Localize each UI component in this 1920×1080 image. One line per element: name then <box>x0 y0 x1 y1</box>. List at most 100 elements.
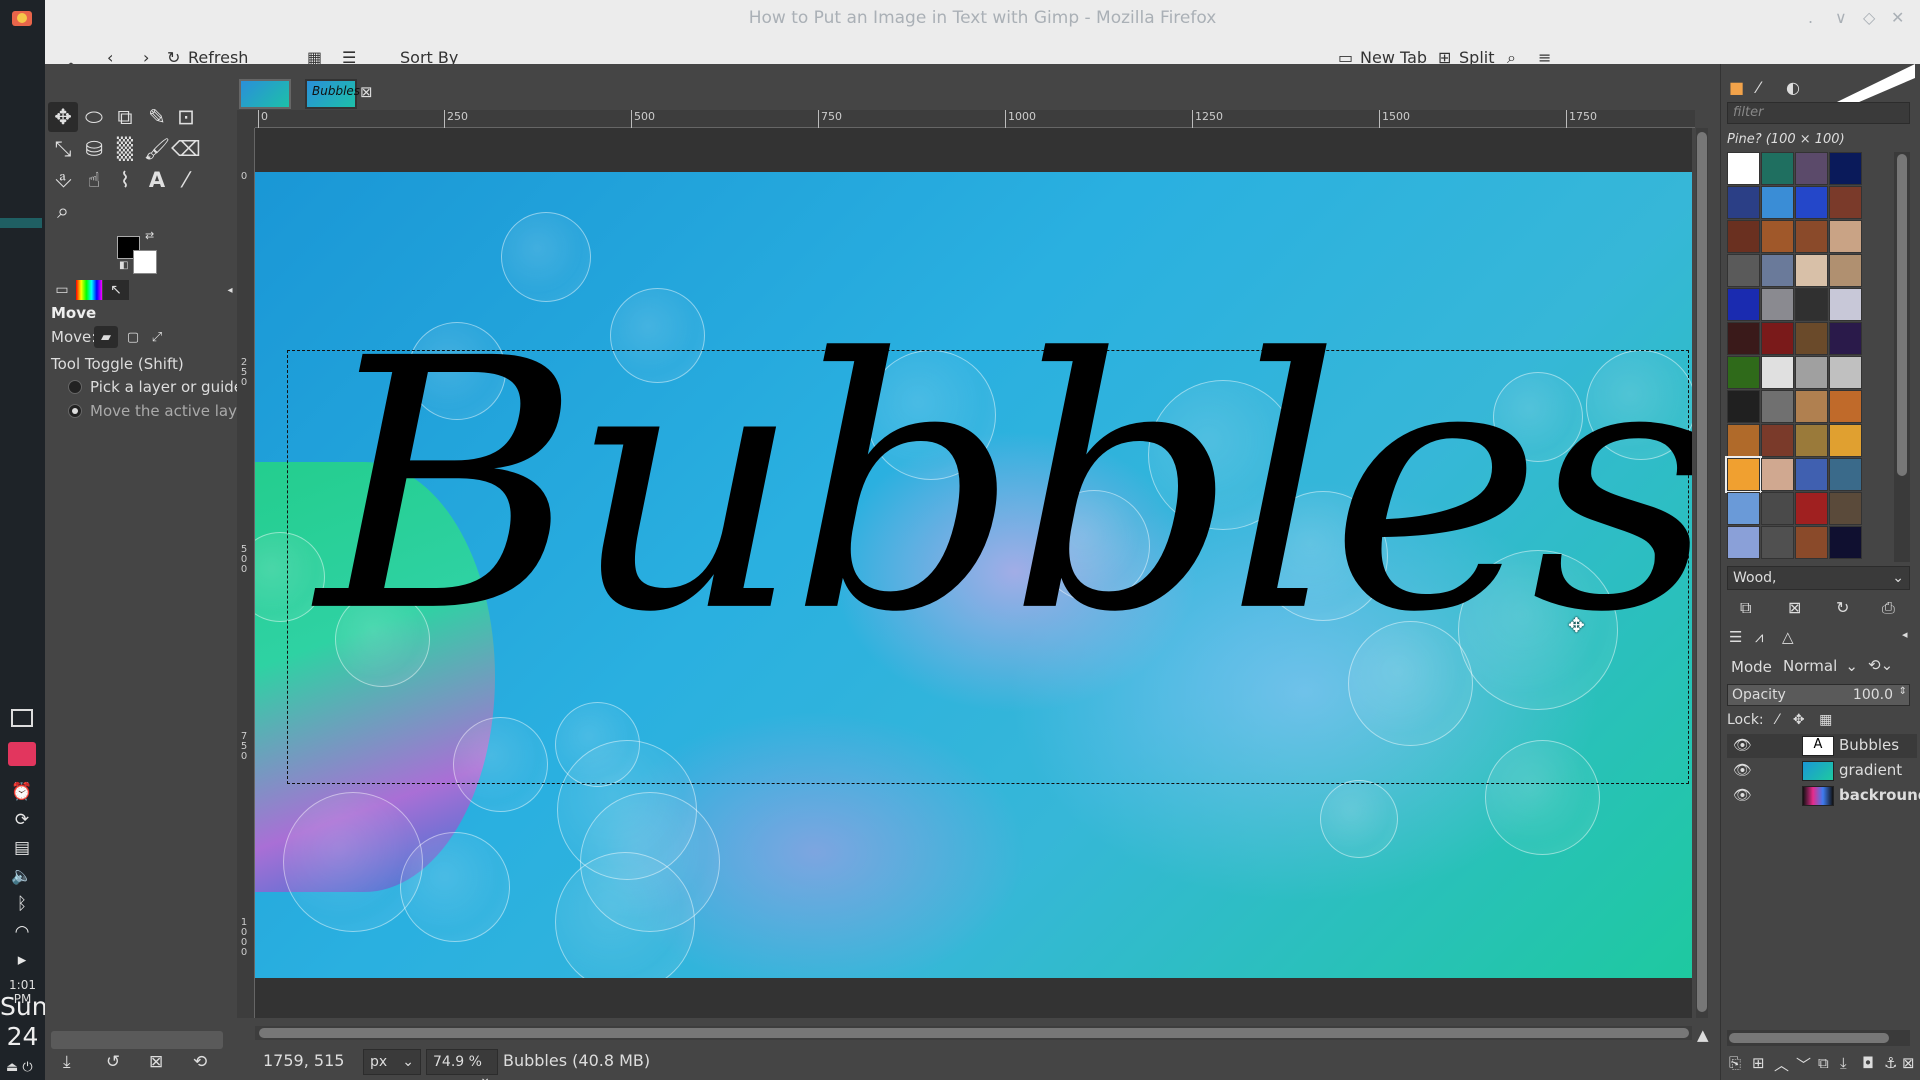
zoom-select[interactable]: 74.9 % ⌄ <box>426 1049 498 1080</box>
move-active-option[interactable]: Move the active laye <box>68 402 246 420</box>
pattern-swatch[interactable] <box>1795 322 1828 355</box>
pattern-swatch[interactable] <box>1727 288 1760 321</box>
lock-screen-icon[interactable]: ⏏ ⏻ <box>6 1060 33 1075</box>
layer-mask-icon[interactable]: ◘ <box>1862 1054 1874 1072</box>
reset-options-icon[interactable]: ⟲ <box>193 1052 207 1072</box>
pattern-swatch[interactable] <box>1761 458 1794 491</box>
forward-icon[interactable]: › <box>143 48 149 64</box>
lock-position-icon[interactable]: ✥ <box>1793 712 1805 728</box>
move-path-button[interactable]: ⤢ <box>145 326 169 348</box>
pattern-swatch[interactable] <box>1761 356 1794 389</box>
pattern-swatch[interactable] <box>1795 526 1828 559</box>
warp-transform-icon[interactable]: ⤡ <box>48 134 78 164</box>
default-colors-icon[interactable]: ◧ <box>119 260 128 271</box>
visibility-eye-icon[interactable]: 👁 <box>1733 786 1752 804</box>
hamburger-menu-icon[interactable]: ≡ <box>1538 48 1551 64</box>
pattern-swatch[interactable] <box>1761 492 1794 525</box>
pattern-swatch[interactable] <box>1795 356 1828 389</box>
pattern-swatch[interactable] <box>1727 322 1760 355</box>
mode-select[interactable]: Normal ⌄ <box>1779 654 1862 678</box>
split-icon[interactable]: ⊞ <box>1438 48 1451 64</box>
close-icon[interactable]: ✕ <box>1891 8 1904 27</box>
pattern-swatch[interactable] <box>1727 424 1760 457</box>
paths-tab-icon[interactable]: △ <box>1782 628 1794 646</box>
lock-alpha-icon[interactable]: ▦ <box>1819 712 1832 728</box>
back-icon[interactable]: ‹ <box>107 48 113 64</box>
pattern-filter-input[interactable]: filter <box>1727 102 1910 124</box>
pattern-swatch[interactable] <box>1829 322 1862 355</box>
window-menu-icon[interactable]: . <box>1808 8 1813 27</box>
layer-row[interactable]: 👁 backround <box>1727 784 1920 808</box>
pattern-swatch[interactable] <box>1829 356 1862 389</box>
pattern-swatch[interactable] <box>1829 254 1862 287</box>
tool-options-scrollbar[interactable] <box>51 1031 223 1049</box>
ruler-corner[interactable] <box>237 110 255 128</box>
pattern-scrollbar[interactable] <box>1894 152 1910 562</box>
split-button[interactable]: Split <box>1459 48 1494 64</box>
raise-layer-icon[interactable]: ︿ <box>1774 1054 1789 1075</box>
up-icon[interactable]: ︿ <box>63 48 79 64</box>
image-tab-1[interactable] <box>239 79 291 109</box>
navigate-icon[interactable]: ▲ <box>1697 1026 1709 1044</box>
pattern-swatch[interactable] <box>1829 220 1862 253</box>
pattern-swatch[interactable] <box>1761 152 1794 185</box>
brushes-tab-icon[interactable]: ⁄ <box>1757 78 1760 97</box>
pattern-swatch[interactable] <box>1795 254 1828 287</box>
pattern-swatch[interactable] <box>1761 288 1794 321</box>
device-status-tab-icon[interactable]: ▭ <box>49 280 75 300</box>
text-layer-bubbles[interactable]: Bubbles <box>317 314 1692 660</box>
delete-preset-icon[interactable]: ⊠ <box>149 1052 163 1072</box>
pattern-swatch[interactable] <box>1727 526 1760 559</box>
app-launcher-icon[interactable] <box>8 4 36 32</box>
pattern-swatch[interactable] <box>1795 220 1828 253</box>
maximize-icon[interactable]: ◇ <box>1863 8 1875 27</box>
canvas-horizontal-scrollbar[interactable] <box>255 1026 1692 1040</box>
minimize-icon[interactable]: ∨ <box>1835 8 1847 27</box>
vertical-ruler[interactable]: 0 250 500 750 1000 <box>237 128 255 1018</box>
smudge-tool-icon[interactable]: ☝ <box>79 165 109 195</box>
visibility-eye-icon[interactable]: 👁 <box>1733 736 1752 754</box>
pattern-swatch[interactable] <box>1727 152 1760 185</box>
pattern-swatch[interactable] <box>1761 186 1794 219</box>
pattern-swatch[interactable] <box>1727 220 1760 253</box>
move-layer-button[interactable]: ▰ <box>94 326 118 348</box>
pattern-swatch[interactable] <box>1761 390 1794 423</box>
icons-view-icon[interactable]: ▦ <box>307 48 322 64</box>
new-tab-icon[interactable]: ▭ <box>1338 48 1353 64</box>
lower-layer-icon[interactable]: ﹀ <box>1796 1054 1811 1075</box>
pattern-swatch[interactable] <box>1795 424 1828 457</box>
pattern-swatch[interactable] <box>1829 390 1862 423</box>
new-layer-icon[interactable]: ⎘ <box>1729 1054 1741 1072</box>
details-view-icon[interactable]: ☰ <box>342 48 356 64</box>
clipboard-red-icon[interactable] <box>8 740 36 768</box>
sort-by-button[interactable]: Sort By <box>400 48 458 64</box>
unit-select[interactable]: px ⌄ <box>363 1049 421 1075</box>
search-icon[interactable]: ⌕ <box>1507 48 1516 64</box>
refresh-patterns-icon[interactable]: ↻ <box>1836 598 1849 617</box>
layer-row[interactable]: 👁 A Bubbles <box>1727 734 1917 758</box>
volume-icon[interactable]: 🔈 <box>8 862 36 890</box>
duplicate-pattern-icon[interactable]: ⧉ <box>1740 598 1751 618</box>
pattern-swatch[interactable] <box>1761 424 1794 457</box>
gradient-tool-icon[interactable]: ▒ <box>110 134 140 164</box>
pattern-swatch[interactable] <box>1727 254 1760 287</box>
merge-layer-icon[interactable]: ⤓ <box>1840 1054 1847 1072</box>
paintbrush-icon[interactable]: 🖌 <box>142 134 172 164</box>
lock-pixels-icon[interactable]: ⁄ <box>1776 712 1778 728</box>
pattern-swatch[interactable] <box>1829 492 1862 525</box>
eraser-icon[interactable]: ⌫ <box>171 134 201 164</box>
duplicate-layer-icon[interactable]: ⧉ <box>1818 1054 1829 1072</box>
channels-tab-icon[interactable]: ⩘ <box>1755 628 1763 646</box>
new-tab-button[interactable]: New Tab <box>1360 48 1427 64</box>
patterns-tab-icon[interactable]: ■ <box>1729 78 1744 97</box>
pick-layer-option[interactable]: Pick a layer or guide <box>68 378 243 396</box>
pattern-swatch[interactable] <box>1829 152 1862 185</box>
layer-row[interactable]: 👁 gradient <box>1727 759 1917 783</box>
restore-preset-icon[interactable]: ↺ <box>106 1052 120 1072</box>
wifi-icon[interactable]: ◠ <box>8 918 36 946</box>
crop-tool-icon[interactable]: ⊡ <box>171 102 201 132</box>
paths-icon[interactable]: ⌇ <box>110 165 140 195</box>
anchor-layer-icon[interactable]: ⚓ <box>1884 1054 1897 1072</box>
configure-tab-icon[interactable]: ◂ <box>1902 628 1908 641</box>
fuzzy-select-icon[interactable]: ⧉ <box>110 102 140 132</box>
